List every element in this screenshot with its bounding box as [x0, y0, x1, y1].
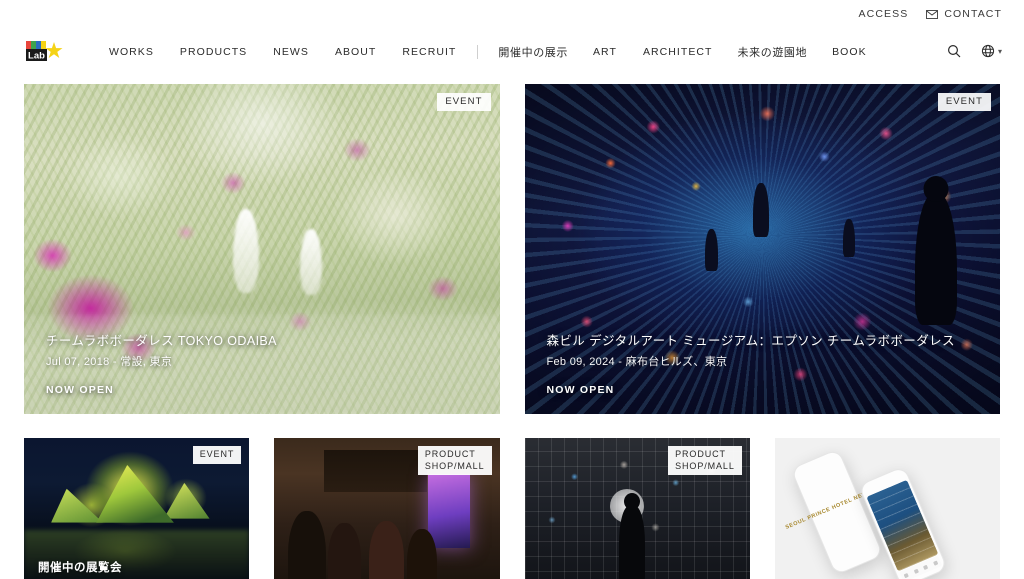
teamlab-logo-icon: Lab [26, 41, 63, 62]
hero-card-row: EVENT チームラボボーダレス TOKYO ODAIBA Jul 07, 20… [24, 84, 1000, 414]
nav-divider [477, 45, 479, 59]
site-header: Lab WORKS PRODUCTS NEWS ABOUT RECRUIT 開催… [0, 28, 1024, 76]
svg-text:Lab: Lab [28, 51, 45, 62]
utility-bar: ACCESS CONTACT [0, 0, 1024, 28]
small-card-badge: EVENT [192, 446, 242, 464]
language-switcher-button[interactable]: ▾ [981, 44, 1002, 61]
main-content: EVENT チームラボボーダレス TOKYO ODAIBA Jul 07, 20… [0, 84, 1024, 579]
small-card-row: EVENT 開催中の展覧会 PRODUCT SHOP/MALL PRODUCT … [24, 438, 1000, 579]
small-card-image-app-phones: SEOUL PRINCE HOTEL NETWORK [774, 438, 1000, 579]
search-icon [947, 44, 961, 61]
small-card-app[interactable]: SEOUL PRINCE HOTEL NETWORK APP [774, 438, 1000, 579]
small-card-product-shop-mall-a[interactable]: PRODUCT SHOP/MALL [274, 438, 500, 579]
hero-card-status: NOW OPEN [546, 384, 615, 396]
nav-item-products[interactable]: PRODUCTS [167, 46, 260, 58]
small-card-badge: PRODUCT SHOP/MALL [417, 446, 492, 476]
search-button[interactable] [947, 44, 961, 61]
nav-item-works[interactable]: WORKS [96, 46, 167, 58]
nav-item-book[interactable]: BOOK [819, 46, 880, 58]
utility-link-access[interactable]: ACCESS [859, 8, 909, 20]
hero-card-title: 森ビル デジタルアート ミュージアム：エプソン チームラボボーダレス [546, 334, 955, 349]
main-navigation: WORKS PRODUCTS NEWS ABOUT RECRUIT 開催中の展示… [96, 44, 880, 60]
hero-card-meta: Feb 09, 2024 - 麻布台ヒルズ、東京 [546, 355, 728, 368]
small-card-caption: 開催中の展覧会 [38, 562, 122, 574]
utility-link-contact[interactable]: CONTACT [926, 8, 1002, 20]
nav-item-about[interactable]: ABOUT [322, 46, 389, 58]
small-card-badge: PRODUCT SHOP/MALL [668, 446, 742, 476]
small-card-current-exhibitions[interactable]: EVENT 開催中の展覧会 [24, 438, 250, 579]
nav-item-art[interactable]: ART [580, 46, 630, 58]
globe-icon [981, 44, 995, 61]
hero-card-badge: EVENT [937, 93, 991, 111]
chevron-down-icon: ▾ [997, 47, 1002, 56]
mail-icon [926, 9, 939, 19]
hero-card-meta: Jul 07, 2018 - 常設, 東京 [46, 355, 173, 368]
nav-item-architect[interactable]: ARCHITECT [630, 46, 726, 58]
header-actions: ▾ [947, 44, 1002, 61]
utility-link-access-label: ACCESS [858, 8, 909, 20]
hero-card-mori-digital-art-museum[interactable]: EVENT 森ビル デジタルアート ミュージアム：エプソン チームラボボーダレス… [524, 84, 1000, 414]
teamlab-logo[interactable]: Lab [24, 39, 64, 65]
nav-item-future-park[interactable]: 未来の遊園地 [726, 44, 820, 60]
hero-card-borderless-odaiba[interactable]: EVENT チームラボボーダレス TOKYO ODAIBA Jul 07, 20… [24, 84, 500, 414]
nav-item-current-exhibitions[interactable]: 開催中の展示 [486, 44, 580, 60]
hero-card-badge: EVENT [437, 93, 491, 111]
small-card-product-shop-mall-b[interactable]: PRODUCT SHOP/MALL [524, 438, 750, 579]
nav-item-news[interactable]: NEWS [260, 46, 322, 58]
phone-mockup-back [858, 465, 949, 579]
hero-card-caption: 森ビル デジタルアート ミュージアム：エプソン チームラボボーダレス Feb 0… [547, 333, 979, 396]
hero-card-status: NOW OPEN [46, 384, 114, 396]
hero-card-title: チームラボボーダレス TOKYO ODAIBA [46, 334, 277, 349]
hero-card-caption: チームラボボーダレス TOKYO ODAIBA Jul 07, 2018 - 常… [46, 333, 478, 396]
utility-link-contact-label: CONTACT [944, 8, 1002, 20]
nav-item-recruit[interactable]: RECRUIT [389, 46, 469, 58]
